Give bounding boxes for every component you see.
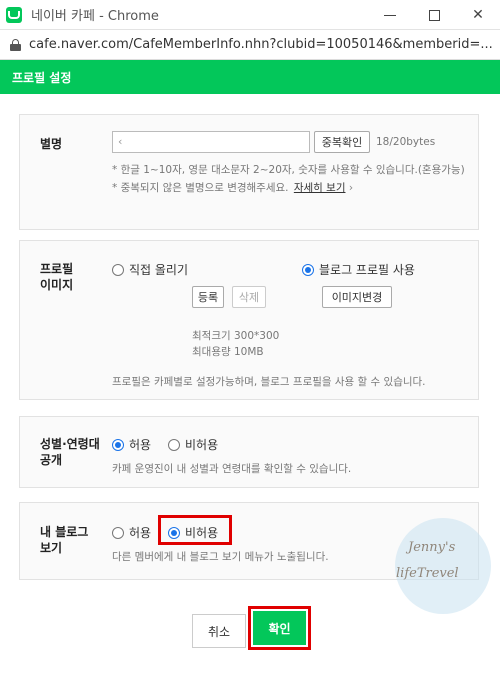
max-size-text: 최대용량 10MB [192,346,264,358]
gender-age-section: 성별·연령대 공개 허용 비허용 카페 운영진이 내 성별과 연령대를 확인할 … [19,416,479,488]
register-button[interactable]: 등록 [192,286,224,308]
minimize-icon [384,14,396,16]
url-text[interactable]: cafe.naver.com/CafeMemberInfo.nhn?clubid… [29,37,499,52]
nickname-hint-duplicate: * 중복되지 않은 별명으로 변경해주세요. 자세히 보기 › [112,180,353,195]
byte-count: 18/20bytes [376,136,436,148]
close-icon: ✕ [472,7,484,23]
window-title: 네이버 카페 - Chrome [31,9,159,24]
nickname-hint-rules: * 한글 1~10자, 영문 대소문자 2~20자, 숫자를 사용할 수 있습니… [112,164,465,176]
maximize-button[interactable] [412,0,456,30]
chevron-right-icon: › [348,182,354,194]
duplicate-check-button[interactable]: 중복확인 [314,131,370,153]
radio-blog-profile[interactable]: 블로그 프로필 사용 [302,261,415,278]
profile-image-section: 프로필 이미지 직접 올리기 블로그 프로필 사용 등록 삭제 이미지변경 최적… [19,240,479,400]
page-header: 프로필 설정 [0,60,500,94]
close-button[interactable]: ✕ [456,0,500,30]
radio-circle-icon [112,526,124,539]
nickname-label: 별명 [40,137,63,151]
profile-image-label: 프로필 이미지 [40,262,74,292]
radio-circle-icon [168,438,180,451]
watermark-line2: lifeTrevel [396,566,459,581]
radio-checked-icon [112,438,124,451]
page-title: 프로필 설정 [12,70,72,85]
gender-age-label: 성별·연령대 공개 [40,437,100,467]
nickname-section: 별명 ‹ 중복확인 18/20bytes * 한글 1~10자, 영문 대소문자… [19,114,479,230]
naver-cafe-app-icon [6,6,22,23]
radio-blog-allow[interactable]: 허용 [112,524,151,541]
window-titlebar: 네이버 카페 - Chrome ✕ [0,0,500,30]
optimal-size-text: 최적크기 300*300 [192,330,280,342]
more-info-link[interactable]: 자세히 보기 [294,182,346,194]
nickname-hint-duplicate-text: * 중복되지 않은 별명으로 변경해주세요. [112,182,289,194]
radio-gender-allow[interactable]: 허용 [112,436,151,453]
window-controls: ✕ [368,0,500,30]
watermark-line1: Jenny's [408,540,456,555]
blog-view-note: 다른 멤버에게 내 블로그 보기 메뉴가 노출됩니다. [112,551,329,563]
profile-image-note: 프로필은 카페별로 설정가능하며, 블로그 프로필을 사용 할 수 있습니다. [112,376,426,388]
radio-direct-upload[interactable]: 직접 올리기 [112,261,188,278]
maximize-icon [428,9,440,21]
address-bar[interactable]: cafe.naver.com/CafeMemberInfo.nhn?clubid… [0,30,500,60]
nickname-input[interactable]: ‹ [112,131,310,153]
confirm-button[interactable]: 확인 [253,611,306,645]
cancel-button[interactable]: 취소 [192,614,246,648]
radio-circle-icon [112,263,124,276]
change-image-button[interactable]: 이미지변경 [322,286,392,308]
minimize-button[interactable] [368,0,412,30]
blog-view-label: 내 블로그 보기 [40,525,89,555]
lock-icon [10,38,21,51]
deny-highlight-box [158,515,232,545]
delete-button[interactable]: 삭제 [232,286,266,308]
radio-gender-deny[interactable]: 비허용 [168,436,218,453]
radio-checked-icon [302,263,314,276]
gender-age-note: 카페 운영진이 내 성별과 연령대를 확인할 수 있습니다. [112,463,352,475]
